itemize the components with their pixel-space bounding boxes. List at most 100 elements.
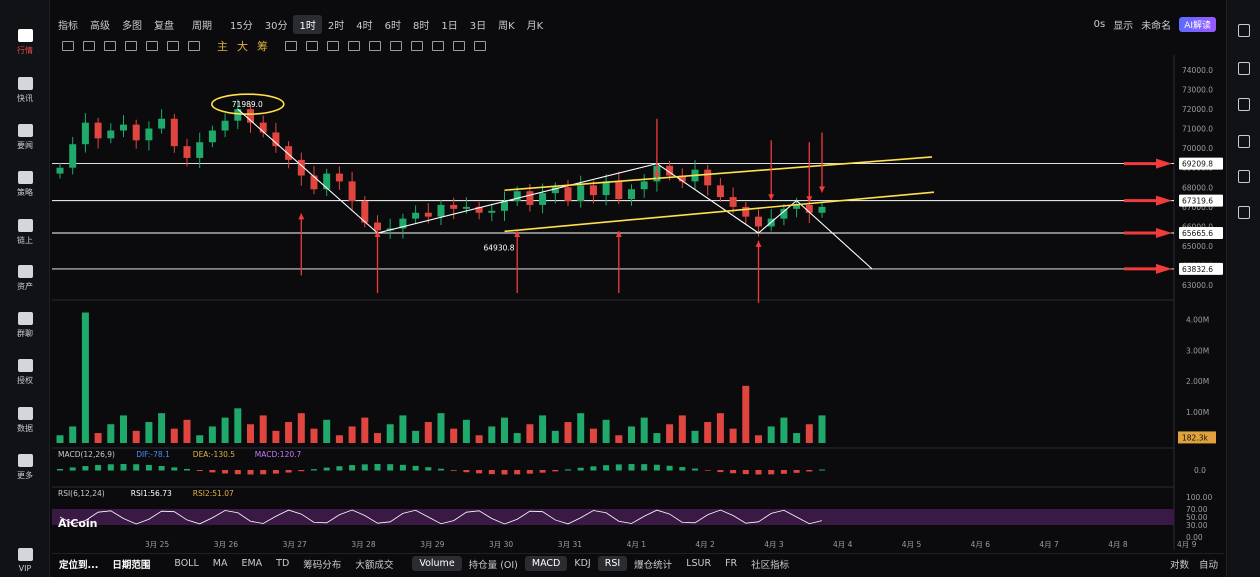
topbar-item-5[interactable]: 15分 [224,15,259,34]
eye-tool-icon[interactable] [390,41,402,51]
volume-bar [247,424,254,443]
list-icon[interactable] [1238,62,1250,75]
indicator-tab-10[interactable]: RSI [597,556,628,571]
topbar-item-15[interactable]: 月K [521,15,550,34]
volume-bar [780,417,788,443]
rsi-legend-rsi1: RSI1:56.73 [131,489,172,498]
candle-body [170,118,178,147]
line-tool-icon[interactable] [62,41,74,51]
chip-label[interactable]: 筹 [257,38,268,54]
redo-icon[interactable] [474,41,486,51]
scale-option-1[interactable]: 自动 [1199,557,1218,571]
topbar-item-14[interactable]: 周K [492,15,521,34]
ai-button[interactable]: AI解读 [1179,16,1216,32]
rail-item-0[interactable]: 行情 [0,22,50,62]
indicator-tab-6[interactable]: Volume [412,556,462,571]
robot-icon[interactable] [1238,206,1250,219]
rail-item-1[interactable]: 快讯 [0,70,50,110]
crosshair-tool-icon[interactable] [285,41,297,51]
filter-tool-icon[interactable] [411,41,423,51]
topbar-item-0[interactable]: 指标 [52,15,84,34]
rail-item-7[interactable]: 授权 [0,352,50,392]
x-tick-label: 3月 29 [420,540,444,549]
rail-item-label: 数据 [17,423,33,433]
indicator-tab-0[interactable]: BOLL [167,556,205,571]
chart-area[interactable]: 74000.073000.072000.071000.070000.069000… [52,55,1224,555]
volume-bar [628,426,635,443]
settings-icon[interactable] [1238,135,1250,148]
bottom-left-0[interactable]: 定位到... [52,555,105,573]
topbar-item-11[interactable]: 8时 [407,15,435,34]
candle-body [513,191,521,201]
topbar-item-7[interactable]: 1时 [293,14,322,34]
rail-item-5[interactable]: 资产 [0,258,50,298]
macd-histogram-bar [107,464,114,471]
macd-histogram-bar [247,470,254,475]
zoom-tool-icon[interactable] [327,41,339,51]
rail-item-10[interactable]: VIP [0,540,50,577]
indicator-tab-7[interactable]: 持仓量 (OI) [462,555,525,573]
rail-item-2[interactable]: 要闻 [0,117,50,157]
hline-tool-icon[interactable] [83,41,95,51]
big-trade-label[interactable]: 大 [237,38,248,54]
lock-tool-icon[interactable] [369,41,381,51]
volume-bar [742,385,750,443]
topbar-item-12[interactable]: 1日 [435,15,463,34]
rail-item-6[interactable]: 群聊 [0,305,50,345]
candle-body [348,181,356,201]
topbar-item-13[interactable]: 3日 [464,15,492,34]
scale-option-0[interactable]: 对数 [1170,557,1189,571]
level-label: 69209.8 [1182,160,1213,169]
topbar-item-2[interactable]: 多图 [116,15,148,34]
trash-tool-icon[interactable] [432,41,444,51]
pencil-tool-icon[interactable] [306,41,318,51]
channel-tool-icon[interactable] [125,41,137,51]
measure-tool-icon[interactable] [167,41,179,51]
macd-histogram-bar [692,468,698,471]
bookmark-icon[interactable] [1238,98,1250,111]
copy-icon[interactable] [1238,170,1250,183]
topbar-item-4[interactable]: 周期 [186,15,218,34]
layout-name[interactable]: 未命名 [1141,17,1171,32]
volume-bar [399,415,407,443]
topbar-item-8[interactable]: 2时 [322,15,350,34]
topbar-item-9[interactable]: 4时 [350,15,378,34]
indicator-tab-12[interactable]: LSUR [679,556,718,571]
document-icon[interactable] [1238,24,1250,37]
indicator-tab-14[interactable]: 社区指标 [744,555,796,573]
volume-bar [539,415,547,443]
indicator-tab-2[interactable]: EMA [234,556,269,571]
indicator-tab-8[interactable]: MACD [524,556,568,571]
main-chart-label[interactable]: 主 [217,38,228,54]
indicator-tab-11[interactable]: 爆仓统计 [627,555,679,573]
candle-body [94,122,102,139]
candle-body [437,204,445,217]
ray-tool-icon[interactable] [104,41,116,51]
bottom-left-1[interactable]: 日期范围 [105,555,157,573]
left-nav-rail: 行情快讯要闻策略链上资产群聊授权数据更多 VIP [0,0,50,577]
indicator-tab-4[interactable]: 筹码分布 [296,555,348,573]
rail-item-8[interactable]: 数据 [0,400,50,440]
undo-icon[interactable] [453,41,465,51]
display-toggle[interactable]: 显示 [1113,17,1133,32]
rail-item-3[interactable]: 策略 [0,164,50,204]
text-tool-icon[interactable] [188,41,200,51]
fib-tool-icon[interactable] [146,41,158,51]
magnet-tool-icon[interactable] [348,41,360,51]
volume-bar [374,433,381,443]
topbar-item-6[interactable]: 30分 [259,15,294,34]
indicator-tab-9[interactable]: KDJ [567,556,597,571]
indicator-tab-1[interactable]: MA [206,556,235,571]
volume-bar [767,426,775,443]
indicator-tab-3[interactable]: TD [269,556,296,571]
topbar-item-1[interactable]: 高级 [84,15,116,34]
timer-label[interactable]: 0s [1094,19,1106,30]
price-chart[interactable]: 74000.073000.072000.071000.070000.069000… [52,55,1224,555]
topbar-item-10[interactable]: 6时 [379,15,407,34]
rail-item-4[interactable]: 链上 [0,212,50,252]
rail-item-9[interactable]: 更多 [0,447,50,487]
topbar-item-3[interactable]: 复盘 [148,15,180,34]
indicator-tab-13[interactable]: FR [718,556,744,571]
rsi-legend-title: RSI(6,12,24) [58,489,105,498]
indicator-tab-5[interactable]: 大额成交 [348,555,400,573]
